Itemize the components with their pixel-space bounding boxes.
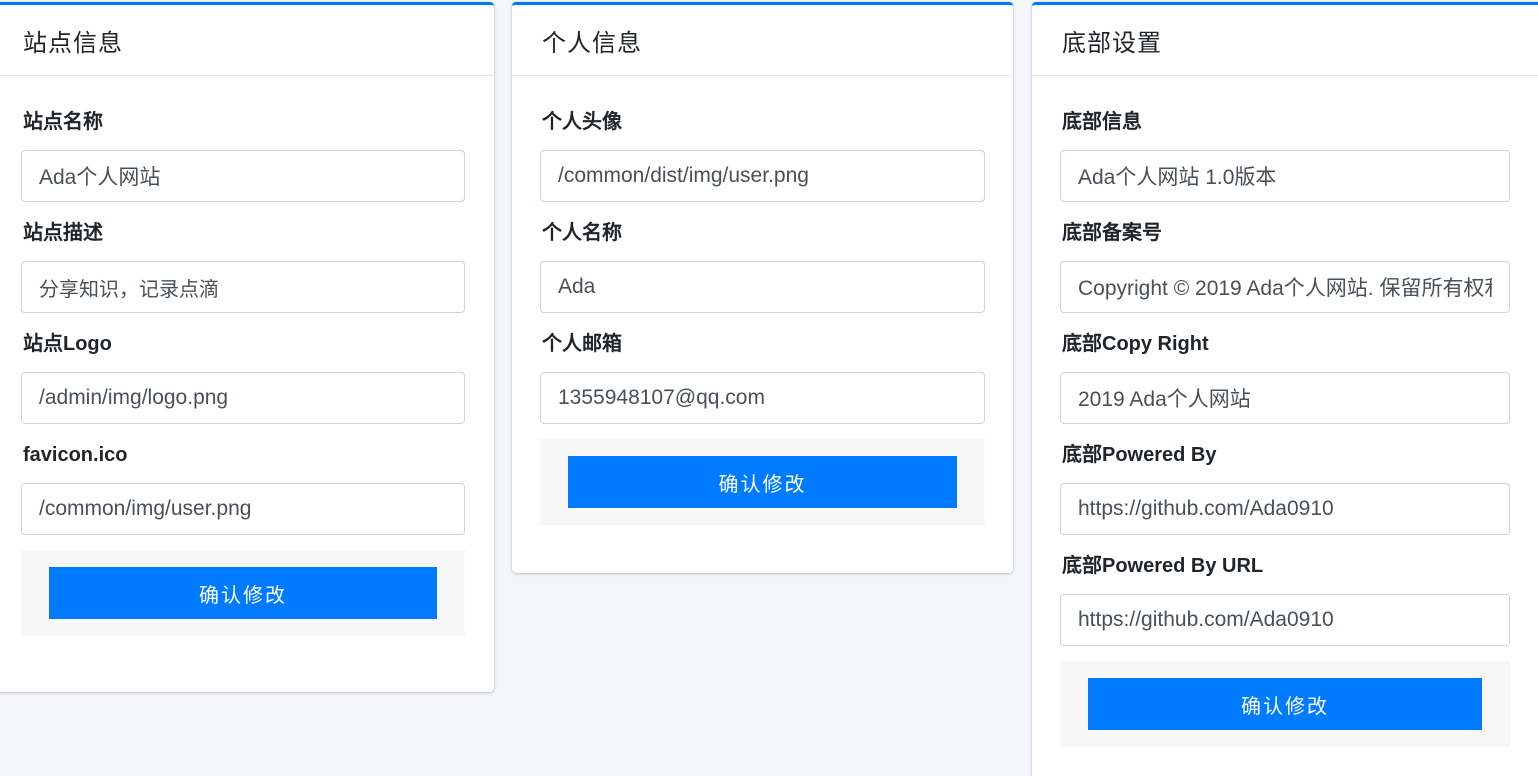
personal-name-input[interactable]	[540, 261, 985, 313]
footer-powered-by-url-label-latin: Powered By URL	[1102, 555, 1264, 577]
footer-settings-footer: 确认修改	[1060, 661, 1510, 747]
avatar-input[interactable]	[540, 150, 985, 202]
footer-info-input[interactable]	[1060, 150, 1510, 202]
site-info-card: 站点信息 站点名称 站点描述 站点Logo favicon.ico 确认修改	[0, 2, 494, 692]
footer-copyright-label-prefix: 底部	[1062, 331, 1102, 355]
site-name-label: 站点名称	[23, 109, 103, 133]
site-description-label: 站点描述	[23, 220, 103, 244]
site-info-title: 站点信息	[23, 28, 123, 57]
footer-icp-input[interactable]	[1060, 261, 1510, 313]
favicon-input[interactable]	[21, 483, 465, 535]
personal-email-label: 个人邮箱	[542, 331, 622, 355]
personal-info-card-header: 个人信息	[512, 5, 1013, 76]
avatar-label: 个人头像	[542, 109, 622, 133]
personal-info-form: 个人头像 个人名称 个人邮箱 确认修改	[512, 76, 1013, 525]
site-description-input[interactable]	[21, 261, 465, 313]
footer-icp-group: 底部备案号	[1060, 217, 1510, 313]
site-logo-group: 站点Logo	[21, 328, 465, 424]
footer-settings-title: 底部设置	[1062, 28, 1162, 57]
site-logo-label-prefix: 站点	[23, 331, 63, 355]
footer-powered-by-label-prefix: 底部	[1062, 442, 1102, 466]
footer-powered-by-input[interactable]	[1060, 483, 1510, 535]
site-name-group: 站点名称	[21, 106, 465, 202]
favicon-label-latin: favicon.ico	[23, 444, 128, 466]
footer-settings-submit-button[interactable]: 确认修改	[1088, 678, 1482, 730]
footer-settings-card: 底部设置 底部信息 底部备案号 底部Copy Right 底部Powered B…	[1032, 2, 1538, 776]
footer-icp-label: 底部备案号	[1062, 220, 1162, 244]
site-name-input[interactable]	[21, 150, 465, 202]
site-description-group: 站点描述	[21, 217, 465, 313]
footer-powered-by-url-label-prefix: 底部	[1062, 553, 1102, 577]
footer-powered-by-group: 底部Powered By	[1060, 439, 1510, 535]
site-logo-input[interactable]	[21, 372, 465, 424]
footer-powered-by-url-label: 底部Powered By URL	[1060, 550, 1510, 594]
footer-info-label: 底部信息	[1062, 109, 1142, 133]
footer-info-group: 底部信息	[1060, 106, 1510, 202]
footer-settings-form: 底部信息 底部备案号 底部Copy Right 底部Powered By 底部P…	[1032, 76, 1538, 747]
site-logo-label-latin: Logo	[63, 333, 112, 355]
footer-settings-card-header: 底部设置	[1032, 5, 1538, 76]
personal-info-submit-button[interactable]: 确认修改	[568, 456, 957, 508]
footer-copyright-label-latin: Copy Right	[1102, 333, 1209, 355]
footer-copyright-label: 底部Copy Right	[1060, 328, 1510, 372]
personal-email-input[interactable]	[540, 372, 985, 424]
personal-info-card: 个人信息 个人头像 个人名称 个人邮箱 确认修改	[512, 2, 1013, 573]
personal-name-group: 个人名称	[540, 217, 985, 313]
personal-name-label: 个人名称	[542, 220, 622, 244]
site-info-footer: 确认修改	[21, 550, 465, 636]
footer-copyright-input[interactable]	[1060, 372, 1510, 424]
footer-copyright-group: 底部Copy Right	[1060, 328, 1510, 424]
footer-powered-by-url-input[interactable]	[1060, 594, 1510, 646]
footer-powered-by-url-group: 底部Powered By URL	[1060, 550, 1510, 646]
favicon-group: favicon.ico	[21, 439, 465, 535]
settings-page: 站点信息 站点名称 站点描述 站点Logo favicon.ico 确认修改	[0, 0, 1538, 776]
site-info-submit-button[interactable]: 确认修改	[49, 567, 437, 619]
personal-email-group: 个人邮箱	[540, 328, 985, 424]
favicon-label: favicon.ico	[21, 439, 465, 483]
personal-info-footer: 确认修改	[540, 439, 985, 525]
avatar-group: 个人头像	[540, 106, 985, 202]
site-info-card-header: 站点信息	[0, 5, 494, 76]
footer-powered-by-label-latin: Powered By	[1102, 444, 1217, 466]
site-info-form: 站点名称 站点描述 站点Logo favicon.ico 确认修改	[0, 76, 494, 636]
site-logo-label: 站点Logo	[21, 328, 465, 372]
footer-powered-by-label: 底部Powered By	[1060, 439, 1510, 483]
personal-info-title: 个人信息	[542, 28, 642, 57]
